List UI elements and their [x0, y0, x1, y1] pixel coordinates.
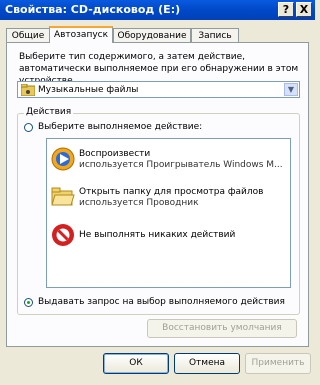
content-type-value: Музыкальные файлы: [38, 85, 139, 95]
action-subtitle: используется Проигрыватель Windows M...: [79, 160, 283, 170]
list-item[interactable]: Открыть папку для просмотра файлов испол…: [47, 181, 290, 215]
media-player-icon: [51, 147, 75, 171]
chevron-down-icon[interactable]: ▼: [284, 83, 298, 96]
list-item[interactable]: Воспроизвести используется Проигрыватель…: [47, 143, 290, 177]
list-item[interactable]: Не выполнять никаких действий: [47, 219, 290, 253]
action-list[interactable]: Воспроизвести используется Проигрыватель…: [46, 138, 291, 288]
window-title: Свойства: CD-дисковод (E:): [5, 3, 181, 16]
action-subtitle: используется Проводник: [79, 198, 199, 208]
tab-general[interactable]: Общие: [6, 28, 50, 42]
music-folder-icon: [21, 84, 35, 96]
help-button[interactable]: ?: [278, 2, 294, 17]
apply-button[interactable]: Применить: [245, 353, 311, 374]
choose-action-radio[interactable]: [24, 123, 33, 132]
tab-autoplay[interactable]: Автозапуск: [49, 26, 113, 43]
title-bar: Свойства: CD-дисковод (E:) ? X: [0, 0, 315, 20]
prompt-action-radio[interactable]: [24, 298, 33, 307]
choose-action-label: Выберите выполняемое действие:: [38, 122, 203, 132]
action-title: Не выполнять никаких действий: [79, 230, 236, 240]
prompt-action-label: Выдавать запрос на выбор выполняемого де…: [38, 297, 285, 307]
actions-group: Действия Выберите выполняемое действие: …: [17, 107, 300, 315]
tab-recording[interactable]: Запись: [191, 28, 239, 42]
no-action-icon: [52, 224, 74, 246]
action-title: Воспроизвести: [79, 149, 151, 159]
open-folder-icon: [51, 187, 75, 206]
actions-group-label: Действия: [24, 107, 74, 117]
tab-hardware[interactable]: Оборудование: [113, 28, 191, 42]
close-button[interactable]: X: [296, 2, 312, 17]
cancel-button[interactable]: Отмена: [174, 353, 240, 374]
content-type-select[interactable]: Музыкальные файлы ▼: [17, 81, 300, 98]
action-title: Открыть папку для просмотра файлов: [79, 187, 264, 197]
ok-button[interactable]: ОК: [103, 353, 169, 374]
autoplay-panel: Выберите тип содержимого, а затем действ…: [6, 42, 309, 347]
restore-defaults-button[interactable]: Восстановить умолчания: [147, 319, 297, 338]
